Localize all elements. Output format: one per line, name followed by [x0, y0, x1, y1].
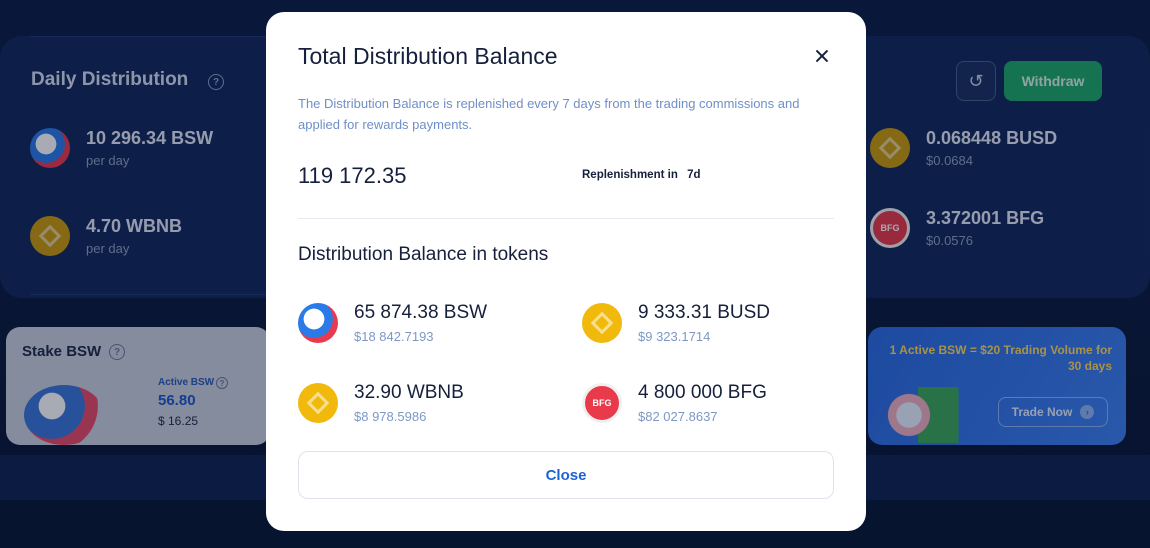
close-icon[interactable]	[811, 45, 833, 67]
replenishment-label: Replenishment in	[582, 169, 678, 181]
token-item-wbnb: 32.90 WBNB $8 978.5986	[298, 382, 464, 424]
bfg-icon: BFG	[582, 383, 622, 423]
divider	[298, 218, 834, 219]
modal-title: Total Distribution Balance	[298, 43, 558, 69]
token-amount: 4 800 000 BFG	[638, 382, 767, 403]
total-balance-value: 119 172.35	[298, 163, 407, 188]
token-item-bfg: BFG 4 800 000 BFG $82 027.8637	[582, 382, 767, 424]
token-item-bsw: 65 874.38 BSW $18 842.7193	[298, 302, 487, 344]
replenishment-info: Replenishment in 7d	[582, 169, 700, 181]
token-usd: $9 323.1714	[638, 329, 711, 344]
token-amount: 9 333.31 BUSD	[638, 302, 771, 323]
token-item-busd: 9 333.31 BUSD $9 323.1714	[582, 302, 770, 344]
token-amount: 65 874.38 BSW	[354, 302, 488, 323]
bnb-icon	[298, 383, 338, 423]
section-title: Distribution Balance in tokens	[298, 244, 549, 265]
bsw-icon	[298, 303, 338, 343]
busd-icon	[582, 303, 622, 343]
close-button[interactable]: Close	[298, 451, 834, 499]
modal-description: The Distribution Balance is replenished …	[298, 96, 800, 132]
token-usd: $82 027.8637	[638, 409, 718, 424]
token-usd: $8 978.5986	[354, 409, 427, 424]
token-usd: $18 842.7193	[354, 329, 434, 344]
token-amount: 32.90 WBNB	[354, 382, 464, 403]
replenishment-days: 7d	[687, 169, 701, 181]
distribution-balance-modal: Total Distribution Balance The Distribut…	[266, 12, 866, 531]
